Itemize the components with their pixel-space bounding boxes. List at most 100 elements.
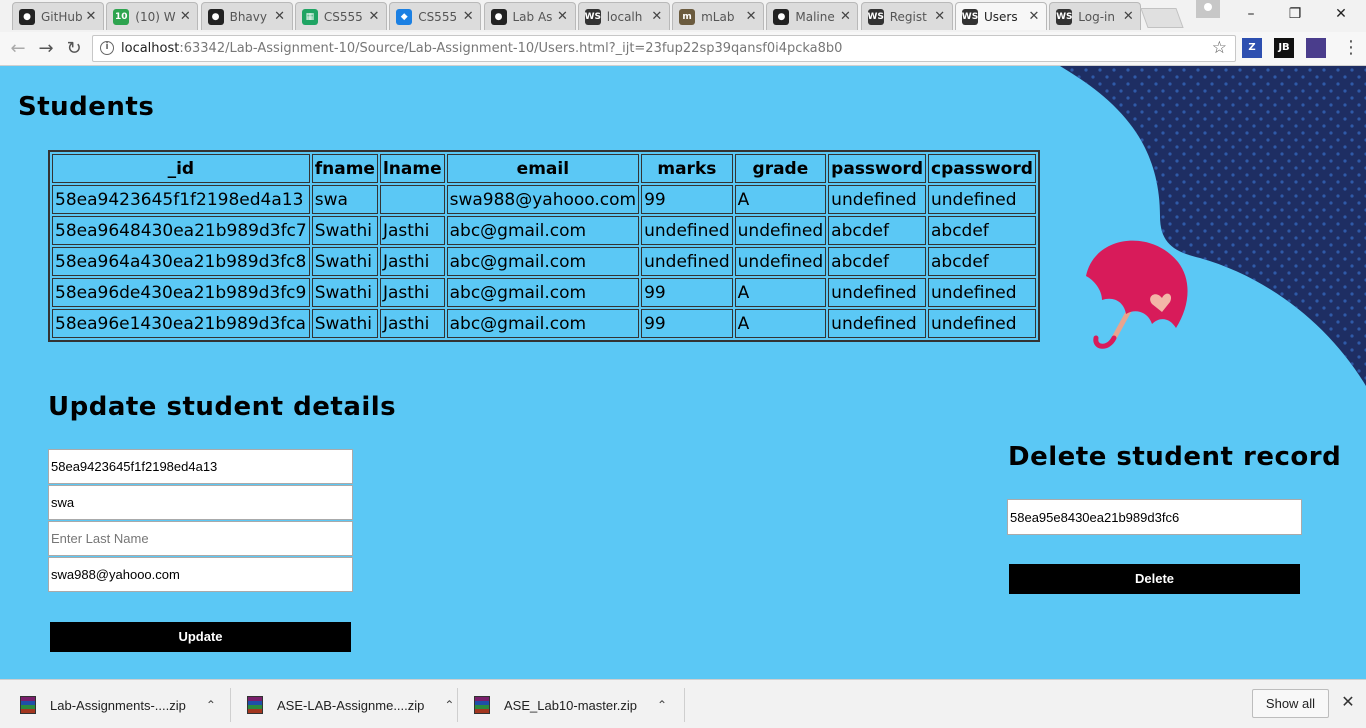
site-info-icon[interactable]: i — [100, 41, 114, 55]
table-cell: abc@gmail.com — [446, 278, 640, 307]
divider — [457, 688, 458, 722]
umbrella-decoration — [1060, 66, 1366, 386]
restore-icon[interactable]: ❐ — [1272, 4, 1318, 24]
table-cell: swa — [311, 185, 378, 214]
column-header: _id — [52, 154, 310, 183]
table-cell: abc@gmail.com — [446, 216, 640, 245]
table-cell: A — [734, 309, 827, 338]
chevron-up-icon[interactable]: ⌃ — [657, 698, 667, 712]
tab-close-icon[interactable]: ✕ — [1028, 9, 1040, 24]
extension-jb-icon[interactable]: JB — [1274, 38, 1294, 58]
table-cell: undefined — [928, 185, 1036, 214]
tab-label: Lab As — [512, 9, 553, 24]
github-icon: ● — [490, 8, 507, 25]
delete-id-input[interactable] — [1007, 499, 1302, 535]
browser-tab[interactable]: ● GitHub ✕ — [12, 2, 104, 30]
table-cell: abcdef — [928, 247, 1036, 276]
webstorm-icon: WS — [585, 8, 601, 25]
tab-close-icon[interactable]: ✕ — [368, 9, 380, 24]
download-item[interactable]: ASE_Lab10-master.zip ⌃ — [474, 686, 667, 724]
browser-tab[interactable]: WS Regist ✕ — [860, 2, 953, 30]
tab-close-icon[interactable]: ✕ — [651, 9, 663, 24]
table-cell: undefined — [828, 309, 926, 338]
table-cell: 58ea96de430ea21b989d3fc9 — [52, 278, 310, 307]
column-header: password — [828, 154, 926, 183]
table-cell: undefined — [641, 216, 733, 245]
tab-close-icon[interactable]: ✕ — [745, 9, 757, 24]
table-cell: swa988@yahooo.com — [446, 185, 640, 214]
browser-tab[interactable]: WS localh ✕ — [577, 2, 670, 30]
minimize-icon[interactable]: – — [1228, 4, 1274, 24]
tab-close-icon[interactable]: ✕ — [839, 9, 851, 24]
browser-tab[interactable]: 10 (10) W ✕ — [106, 2, 199, 30]
tab-close-icon[interactable]: ✕ — [1122, 9, 1134, 24]
table-cell: 58ea9423645f1f2198ed4a13 — [52, 185, 310, 214]
table-cell: A — [734, 278, 827, 307]
tab-label: Maline — [795, 9, 835, 24]
table-cell: Jasthi — [379, 278, 445, 307]
browser-tab[interactable]: m mLab ✕ — [672, 2, 765, 30]
update-button[interactable]: Update — [50, 622, 351, 652]
delete-button[interactable]: Delete — [1009, 564, 1300, 594]
download-filename: ASE_Lab10-master.zip — [504, 697, 637, 713]
browser-tab[interactable]: ◆ CS555 ✕ — [389, 2, 482, 30]
tab-close-icon[interactable]: ✕ — [274, 9, 286, 24]
chevron-up-icon[interactable]: ⌃ — [444, 698, 454, 712]
table-cell: 58ea9648430ea21b989d3fc7 — [52, 216, 310, 245]
menu-icon[interactable]: ⋮ — [1342, 36, 1360, 60]
column-header: lname — [379, 154, 445, 183]
mlab-icon: m — [679, 8, 696, 25]
notification-count-icon: 10 — [113, 8, 130, 25]
browser-tab[interactable]: ● Bhavy ✕ — [200, 2, 293, 30]
page-content: Students _id fname lname email marks gra… — [0, 66, 1366, 679]
column-header: grade — [734, 154, 827, 183]
table-cell: 58ea96e1430ea21b989d3fca — [52, 309, 310, 338]
extension-icon[interactable] — [1306, 38, 1326, 58]
table-row: 58ea9423645f1f2198ed4a13 swa swa988@yaho… — [52, 185, 1036, 214]
browser-tab[interactable]: ● Maline ✕ — [766, 2, 859, 30]
update-heading: Update student details — [48, 392, 397, 422]
table-cell: undefined — [734, 247, 827, 276]
column-header: cpassword — [928, 154, 1036, 183]
table-cell: abcdef — [828, 216, 926, 245]
reload-icon[interactable]: ↻ — [62, 37, 86, 61]
email-input[interactable] — [48, 557, 353, 592]
github-icon: ● — [19, 8, 35, 25]
new-tab-button[interactable] — [1140, 8, 1184, 28]
first-name-input[interactable] — [48, 485, 353, 520]
chevron-up-icon[interactable]: ⌃ — [206, 698, 216, 712]
profile-avatar-icon[interactable] — [1196, 0, 1220, 18]
last-name-input[interactable] — [48, 521, 353, 556]
table-cell: Swathi — [311, 247, 378, 276]
show-all-button[interactable]: Show all — [1252, 689, 1329, 718]
back-icon[interactable]: ← — [6, 37, 30, 61]
browser-tab[interactable]: WS Users ✕ — [955, 2, 1047, 30]
table-cell: A — [734, 185, 827, 214]
tab-close-icon[interactable]: ✕ — [179, 9, 191, 24]
extension-z-icon[interactable]: Z — [1242, 38, 1262, 58]
close-icon[interactable]: ✕ — [1338, 692, 1358, 711]
browser-tab[interactable]: WS Log-in ✕ — [1049, 2, 1142, 30]
download-item[interactable]: Lab-Assignments-....zip ⌃ — [20, 686, 216, 724]
bookmark-star-icon[interactable]: ☆ — [1212, 36, 1227, 61]
address-bar[interactable]: i localhost:63342/Lab-Assignment-10/Sour… — [92, 35, 1236, 62]
tab-close-icon[interactable]: ✕ — [557, 9, 569, 24]
tab-close-icon[interactable]: ✕ — [85, 9, 97, 24]
tab-close-icon[interactable]: ✕ — [934, 9, 946, 24]
tab-label: localh — [606, 9, 643, 24]
column-header: email — [446, 154, 640, 183]
tab-close-icon[interactable]: ✕ — [462, 9, 474, 24]
download-item[interactable]: ASE-LAB-Assignme....zip ⌃ — [247, 686, 454, 724]
tab-label: GitHub — [41, 9, 83, 24]
winrar-archive-icon — [247, 696, 263, 714]
update-id-input[interactable] — [48, 449, 353, 484]
browser-tab[interactable]: ▦ CS555 ✕ — [294, 2, 387, 30]
close-window-icon[interactable]: ✕ — [1318, 4, 1364, 24]
download-shelf: Lab-Assignments-....zip ⌃ ASE-LAB-Assign… — [0, 679, 1366, 728]
webstorm-icon: WS — [867, 8, 884, 25]
winrar-archive-icon — [474, 696, 490, 714]
delete-heading: Delete student record — [1008, 442, 1342, 472]
browser-tab[interactable]: ● Lab As ✕ — [483, 2, 576, 30]
forward-icon[interactable]: → — [34, 37, 58, 61]
tab-label: Regist — [889, 9, 927, 24]
